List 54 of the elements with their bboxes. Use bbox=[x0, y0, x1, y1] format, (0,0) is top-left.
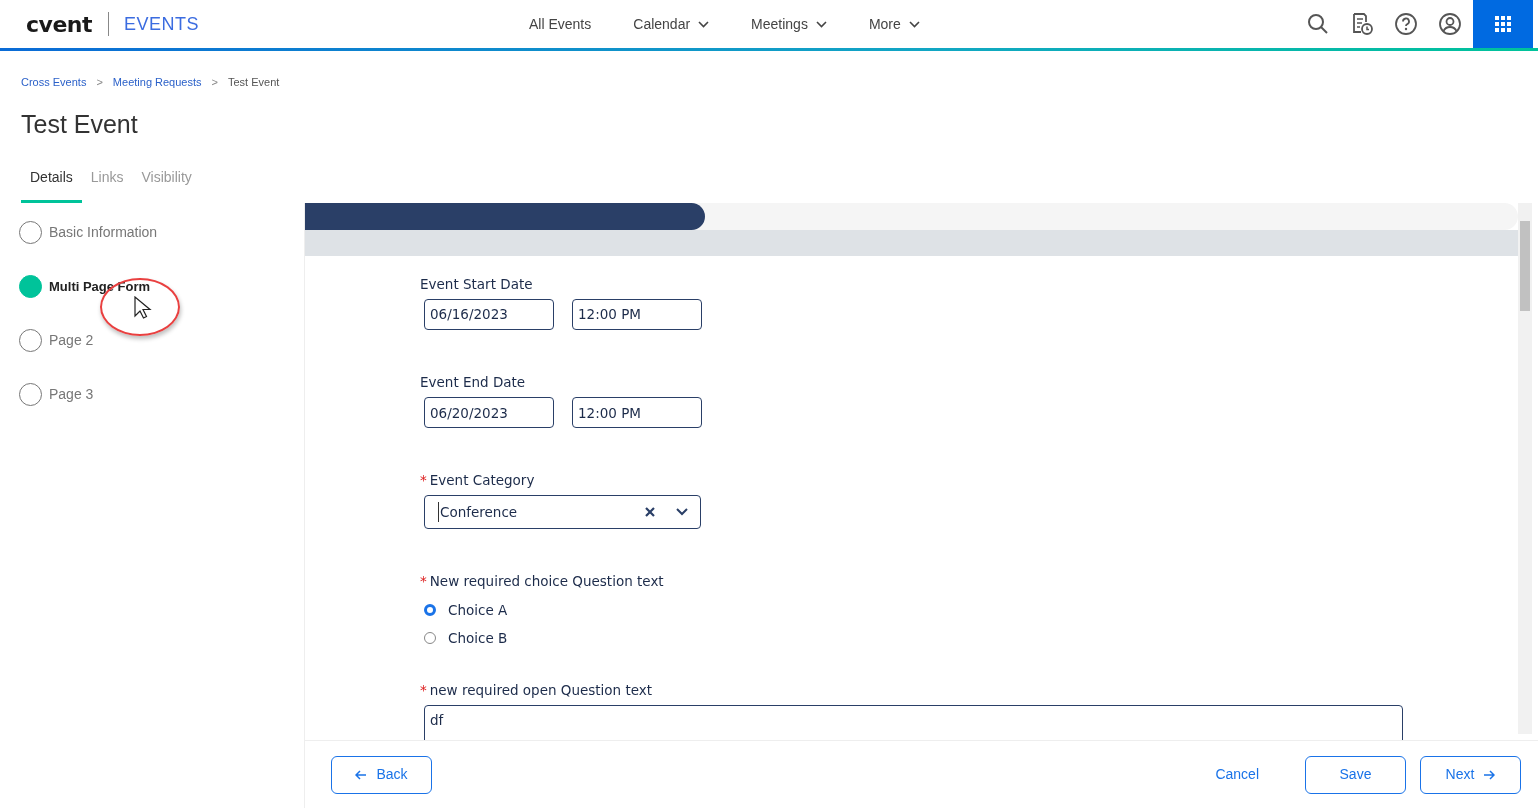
caret-icon bbox=[908, 20, 920, 28]
next-button[interactable]: Next bbox=[1420, 755, 1521, 794]
logo[interactable]: cvent bbox=[26, 7, 92, 41]
help-icon[interactable] bbox=[1394, 12, 1418, 36]
apps-button[interactable] bbox=[1473, 0, 1533, 48]
user-icon[interactable] bbox=[1438, 12, 1462, 36]
breadcrumb-link[interactable]: Meeting Requests bbox=[112, 74, 202, 91]
nav-link[interactable]: All Events bbox=[529, 13, 592, 35]
nav-link[interactable]: Meetings bbox=[751, 13, 827, 35]
required-mark: * bbox=[420, 681, 427, 700]
time-field[interactable]: 12:00 PM bbox=[572, 298, 702, 330]
breadcrumb-link[interactable]: Cross Events bbox=[21, 74, 87, 91]
cursor-icon bbox=[133, 296, 153, 320]
field-label: new required open Question text bbox=[429, 681, 653, 700]
required-mark: * bbox=[420, 572, 427, 592]
radio-option[interactable]: Choice B bbox=[424, 627, 1518, 648]
step-item[interactable]: Page 2 bbox=[19, 328, 94, 353]
product-name: EVENTS bbox=[124, 12, 199, 36]
document-clock-icon[interactable] bbox=[1350, 12, 1374, 36]
required-mark: * bbox=[420, 471, 427, 490]
chevron-icon[interactable] bbox=[676, 508, 688, 517]
scrollbar[interactable] bbox=[1518, 202, 1532, 734]
category-select[interactable]: Conference bbox=[424, 495, 701, 530]
scrollbar-thumb[interactable] bbox=[1520, 220, 1530, 311]
radio-option[interactable]: Choice A bbox=[424, 599, 1518, 620]
step-item[interactable]: Page 3 bbox=[19, 382, 94, 407]
nav-link[interactable]: More bbox=[868, 13, 920, 35]
field-label: Event Start Date bbox=[420, 274, 533, 294]
field-label: Event End Date bbox=[420, 372, 526, 392]
date-field[interactable]: 06/20/2023 bbox=[424, 397, 554, 428]
cancel-link[interactable]: Cancel bbox=[1209, 763, 1265, 786]
tab[interactable]: Details bbox=[21, 162, 82, 203]
step-item[interactable]: Multi Page Form bbox=[19, 274, 151, 299]
field-label: Event Category bbox=[429, 471, 535, 490]
caret-icon bbox=[698, 20, 710, 28]
date-field[interactable]: 06/16/2023 bbox=[424, 298, 554, 330]
grid-icon bbox=[1495, 16, 1511, 32]
breadcrumb-separator: > bbox=[211, 75, 218, 90]
search-icon[interactable] bbox=[1306, 12, 1330, 36]
arrow-right-icon bbox=[1483, 769, 1496, 780]
time-field[interactable]: 12:00 PM bbox=[572, 397, 702, 428]
select-value: Conference bbox=[438, 502, 645, 523]
step-item[interactable]: Basic Information bbox=[19, 220, 158, 245]
field-label: New required choice Question text bbox=[429, 572, 664, 592]
page-title: Test Event bbox=[21, 108, 139, 139]
text-field[interactable]: df bbox=[424, 705, 1403, 740]
back-button[interactable]: Back bbox=[331, 755, 432, 794]
caret-icon bbox=[815, 20, 827, 28]
save-button[interactable]: Save bbox=[1305, 755, 1406, 794]
close-icon[interactable] bbox=[645, 507, 655, 518]
breadcrumb-current: Test Event bbox=[227, 75, 280, 90]
arrow-left-icon bbox=[355, 769, 368, 780]
nav-link[interactable]: Calendar bbox=[633, 13, 710, 35]
breadcrumb-separator: > bbox=[96, 75, 103, 90]
